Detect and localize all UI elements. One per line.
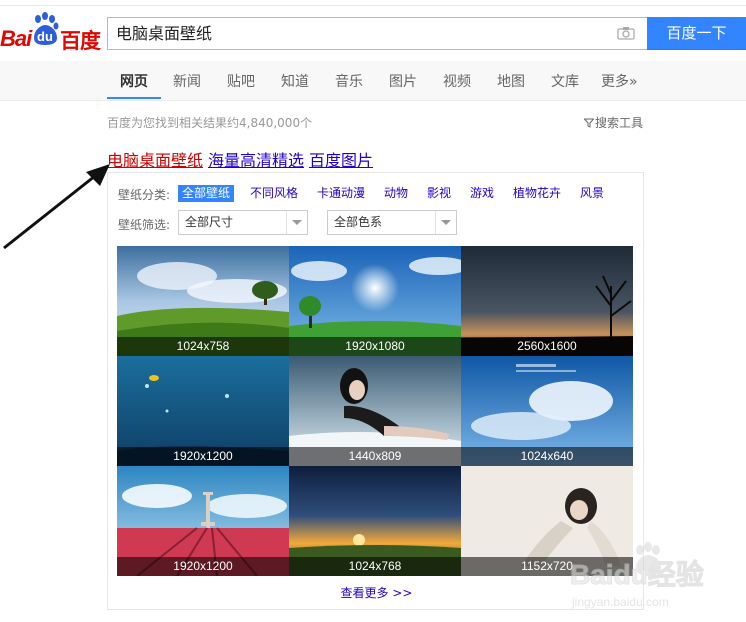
baidu-logo[interactable]: Bai du 百度 xyxy=(0,12,101,53)
category-cartoon[interactable]: 卡通动漫 xyxy=(317,185,365,202)
wallpaper-thumb[interactable]: 1920x1080 xyxy=(289,246,461,356)
search-tools-label: 搜索工具 xyxy=(595,116,644,130)
logo-du-text: du xyxy=(37,29,53,44)
search-button[interactable]: 百度一下 xyxy=(647,17,746,50)
nav-bar: 网页 新闻 贴吧 知道 音乐 图片 视频 地图 文库 更多» xyxy=(0,61,746,101)
category-style[interactable]: 不同风格 xyxy=(250,185,298,202)
category-all[interactable]: 全部壁纸 xyxy=(178,185,235,202)
tab-tieba[interactable]: 贴吧 xyxy=(227,71,255,91)
thumb-size-label: 1920x1080 xyxy=(289,337,461,356)
wallpaper-thumb[interactable]: 2560x1600 xyxy=(461,246,633,356)
thumb-size-label: 1024x640 xyxy=(461,447,633,466)
active-tab-indicator xyxy=(107,97,161,99)
thumb-size-label: 1440x809 xyxy=(289,447,461,466)
funnel-icon xyxy=(584,118,594,128)
wallpaper-thumb[interactable]: 1920x1200 xyxy=(117,466,289,576)
wallpaper-thumb[interactable]: 1024x640 xyxy=(461,356,633,466)
camera-icon[interactable] xyxy=(617,26,635,40)
watermark-url: jingyan.baidu.com xyxy=(571,595,669,609)
result-title-link-part3[interactable]: 百度图片 xyxy=(309,151,373,170)
result-title: 电脑桌面壁纸 海量高清精选 百度图片 xyxy=(107,147,373,171)
view-more-link: 查看更多 >> xyxy=(108,584,645,601)
result-count: 百度为您找到相关结果约4,840,000个 xyxy=(107,116,313,130)
search-input[interactable] xyxy=(116,18,596,49)
result-title-link-part2[interactable]: 海量高清精选 xyxy=(208,151,304,170)
tab-wenku[interactable]: 文库 xyxy=(551,71,579,91)
category-label: 壁纸分类: xyxy=(118,188,171,202)
tab-video[interactable]: 视频 xyxy=(443,71,471,91)
tab-news[interactable]: 新闻 xyxy=(173,71,201,91)
tab-music[interactable]: 音乐 xyxy=(335,71,363,91)
thumb-size-label: 1920x1200 xyxy=(117,447,289,466)
category-animal[interactable]: 动物 xyxy=(384,185,408,202)
category-game[interactable]: 游戏 xyxy=(470,185,494,202)
logo-bai-text: Bai xyxy=(0,26,32,51)
category-landscape[interactable]: 风景 xyxy=(580,185,604,202)
category-plants[interactable]: 植物花卉 xyxy=(513,185,561,202)
baidu-jingyan-watermark: Baidu经验 jingyan.baidu.com xyxy=(570,542,704,609)
thumb-size-label: 1024x758 xyxy=(117,337,289,356)
annotation-arrow-icon xyxy=(3,164,110,250)
logo-chinese-text: 百度 xyxy=(60,29,101,53)
watermark-brand: Baidu经验 xyxy=(570,558,704,590)
tab-images[interactable]: 图片 xyxy=(389,71,417,91)
wallpaper-thumb[interactable]: 1440x809 xyxy=(289,356,461,466)
chevron-down-icon xyxy=(441,220,451,225)
chevron-down-icon xyxy=(292,220,302,225)
tab-zhidao[interactable]: 知道 xyxy=(281,71,309,91)
thumb-size-label: 2560x1600 xyxy=(461,337,633,356)
thumb-size-label: 1920x1200 xyxy=(117,557,289,576)
wallpaper-thumb[interactable]: 1920x1200 xyxy=(117,356,289,466)
color-select[interactable]: 全部色系 xyxy=(327,210,457,235)
wallpaper-thumb[interactable]: 1024x768 xyxy=(289,466,461,576)
view-more-button[interactable]: 查看更多 >> xyxy=(341,586,413,600)
tab-more[interactable]: 更多» xyxy=(601,71,638,91)
search-tools-button[interactable]: 搜索工具 xyxy=(584,114,643,131)
tab-map[interactable]: 地图 xyxy=(497,71,525,91)
tab-web[interactable]: 网页 xyxy=(120,71,148,91)
size-select-value: 全部尺寸 xyxy=(185,215,234,229)
top-border xyxy=(0,0,746,6)
size-select[interactable]: 全部尺寸 xyxy=(178,210,308,235)
color-select-value: 全部色系 xyxy=(334,215,383,229)
wallpaper-thumb[interactable]: 1024x758 xyxy=(117,246,289,356)
category-film[interactable]: 影视 xyxy=(427,185,451,202)
filter-label: 壁纸筛选: xyxy=(118,218,171,232)
wallpaper-panel: 壁纸分类: 全部壁纸 不同风格 卡通动漫 动物 影视 游戏 植物花卉 风景 壁纸… xyxy=(107,172,644,610)
thumb-size-label: 1024x768 xyxy=(289,557,461,576)
search-box[interactable] xyxy=(107,17,647,50)
result-title-link-highlight[interactable]: 电脑桌面壁纸 xyxy=(107,151,203,170)
